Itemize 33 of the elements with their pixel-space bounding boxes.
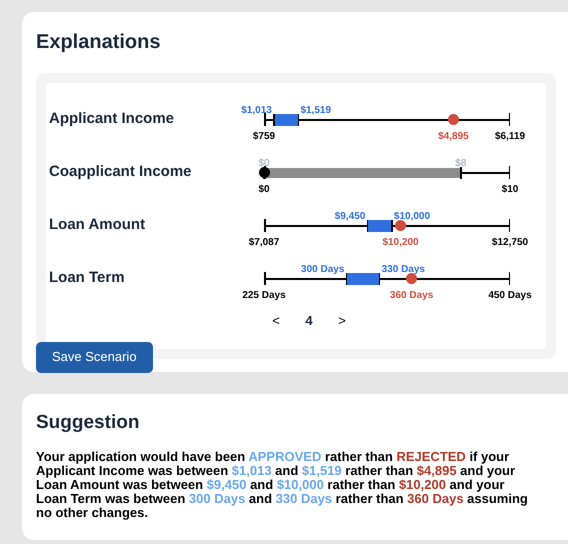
feature-label: Applicant Income — [49, 109, 176, 130]
feature-label: Loan Amount — [49, 215, 146, 236]
range-bar — [346, 273, 380, 285]
range-high-label: $10,000 — [394, 210, 430, 224]
card-title: Suggestion — [36, 410, 140, 434]
feature-label: Coapplicant Income — [49, 162, 193, 182]
axis-max-label: $12,750 — [492, 236, 528, 250]
axis-max-label: $10 — [502, 183, 518, 197]
current-value-label: $4,895 — [438, 130, 469, 144]
range-high-label: 330 Days — [382, 263, 425, 277]
range-low-label: 300 Days — [301, 263, 344, 277]
save-scenario-button[interactable]: Save Scenario — [36, 342, 153, 372]
range-low-label: $9,450 — [334, 210, 366, 224]
range-high-label: $8 — [455, 157, 466, 171]
page-number: 4 — [304, 312, 314, 330]
current-value-label: 360 Days — [390, 289, 434, 303]
suggestion-paragraph: Your application would have been APPROVED rather than REJECTED if your Applicant Income was between $1,013 and $1,519 rather than $4,895 and your Loan Amount was between $9,450 and $10,000 rather than $10,200 and your Loan Term was between 300 Days and 330 Days rather than 360 Days assuming no other changes. — [36, 450, 529, 520]
previous-page-button[interactable]: < — [262, 311, 290, 330]
range-low-label: $1,013 — [241, 104, 272, 118]
range-bar — [274, 114, 298, 126]
axis-max-label: 450 Days — [488, 289, 532, 303]
current-value-label: $10,200 — [382, 236, 419, 250]
axis-min-label: $7,087 — [248, 236, 280, 250]
range-high-label: $1,519 — [300, 104, 332, 118]
axis-min-label: $0 — [258, 183, 270, 197]
range-bar — [367, 220, 392, 232]
card-title: Explanations — [36, 30, 162, 55]
axis-max-label: $6,119 — [494, 130, 526, 144]
axis-min-label: $759 — [252, 130, 276, 144]
range-low-label: $0 — [258, 157, 270, 171]
feature-label: Loan Term — [49, 268, 126, 288]
axis-min-label: 225 Days — [242, 289, 286, 303]
next-page-button[interactable]: > — [328, 311, 356, 330]
